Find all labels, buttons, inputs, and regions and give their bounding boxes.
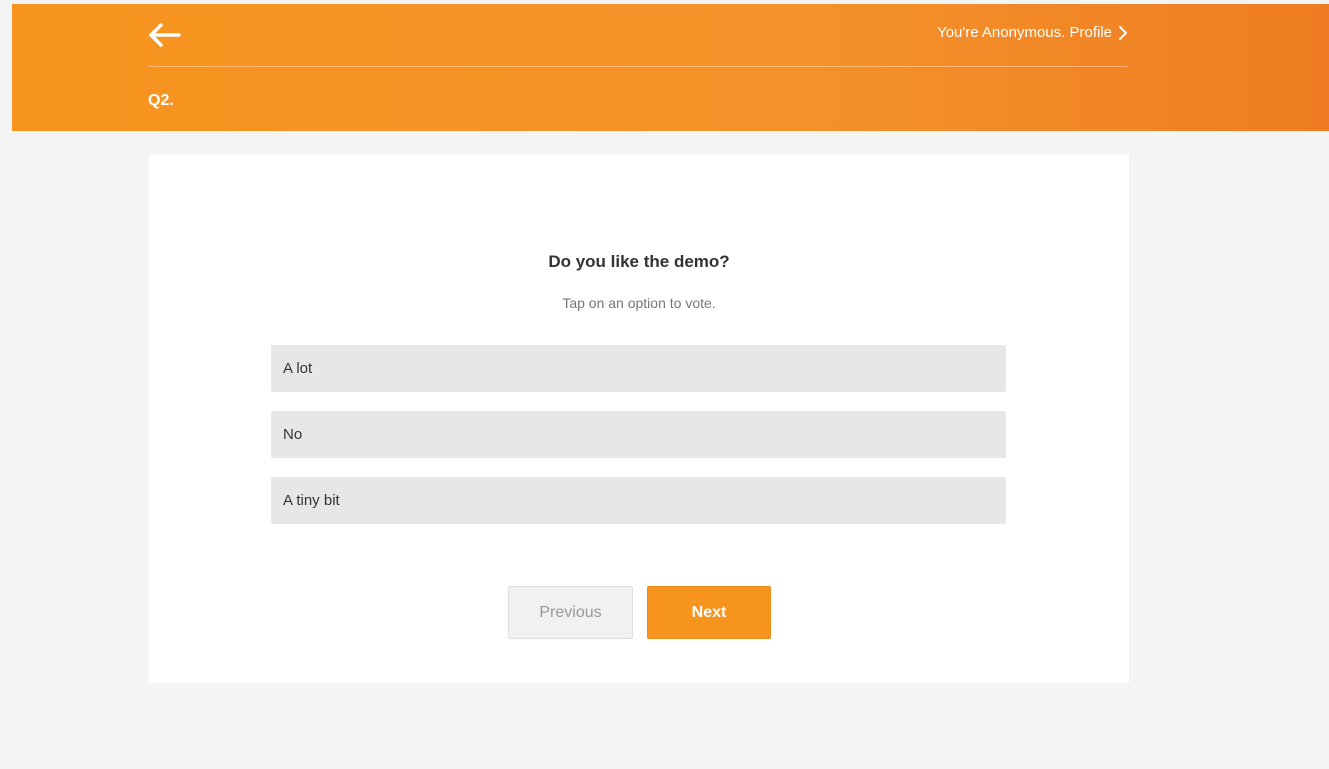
option-list: A lot No A tiny bit: [271, 345, 1006, 543]
option-no[interactable]: No: [271, 411, 1006, 458]
option-label: No: [283, 426, 303, 443]
previous-button[interactable]: Previous: [508, 586, 633, 639]
question-number: Q2.: [148, 92, 174, 109]
back-button[interactable]: [148, 20, 182, 50]
header-bar: You're Anonymous. Profile Q2.: [12, 4, 1329, 131]
question-title: Do you like the demo?: [548, 252, 730, 271]
vote-hint: Tap on an option to vote.: [562, 295, 716, 311]
poll-card: Do you like the demo? Tap on an option t…: [149, 155, 1129, 683]
header-top-row: You're Anonymous. Profile: [148, 4, 1128, 67]
option-a-lot[interactable]: A lot: [271, 345, 1006, 392]
next-button[interactable]: Next: [647, 586, 771, 639]
option-a-tiny-bit[interactable]: A tiny bit: [271, 477, 1006, 524]
option-label: A lot: [283, 360, 313, 377]
profile-link[interactable]: You're Anonymous. Profile: [937, 24, 1128, 41]
nav-buttons: Previous Next: [508, 586, 771, 639]
chevron-right-icon: [1119, 25, 1127, 40]
profile-label: You're Anonymous. Profile: [937, 24, 1112, 41]
option-label: A tiny bit: [283, 492, 340, 509]
arrow-left-icon: [149, 23, 181, 47]
